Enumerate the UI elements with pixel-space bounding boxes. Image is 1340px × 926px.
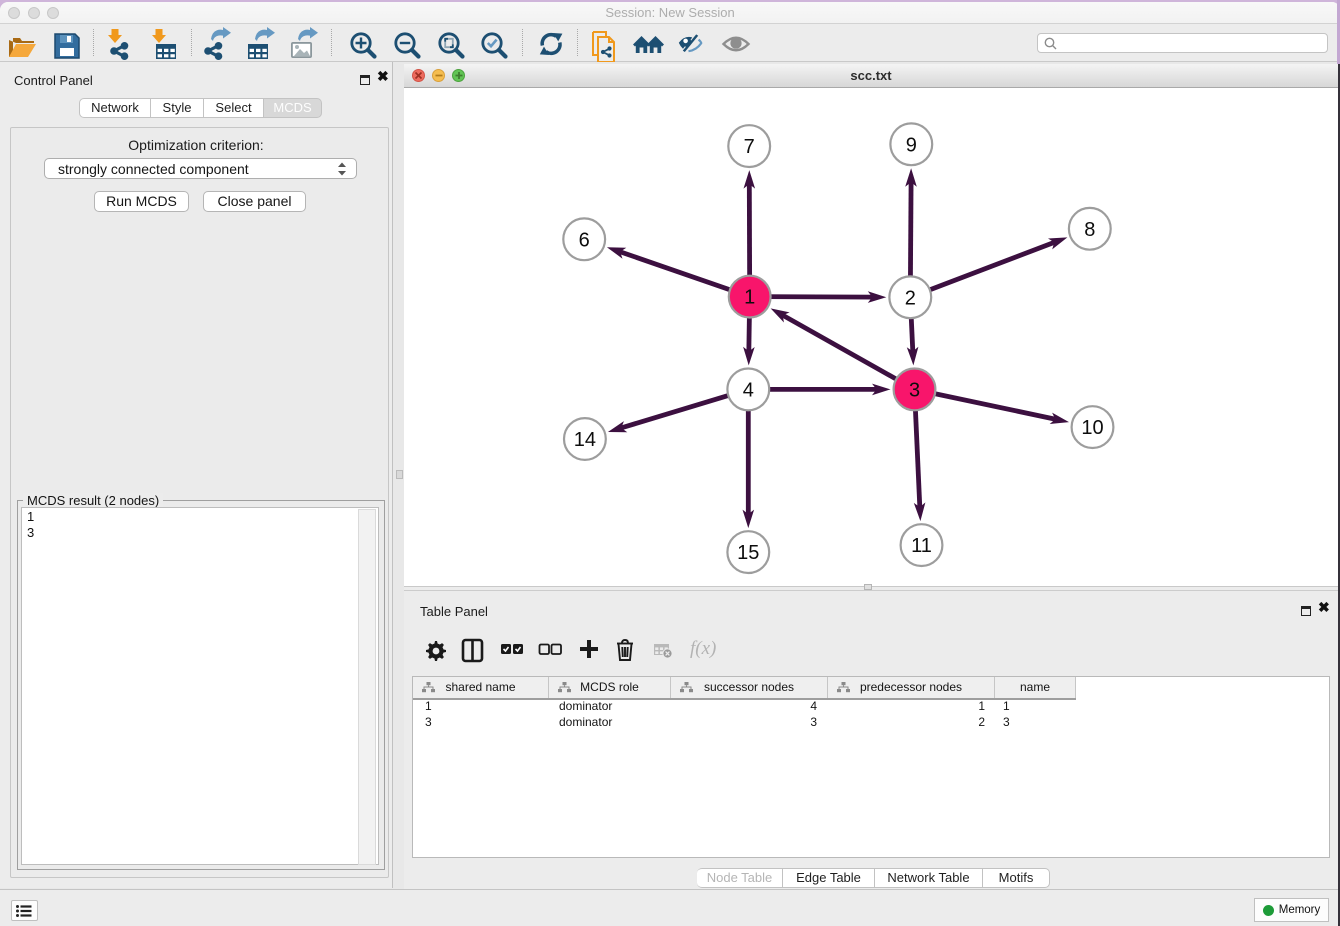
- svg-text:10: 10: [1081, 417, 1103, 439]
- svg-text:7: 7: [744, 136, 755, 158]
- svg-text:6: 6: [579, 229, 590, 251]
- svg-text:1: 1: [744, 287, 755, 309]
- svg-text:4: 4: [743, 379, 754, 401]
- svg-text:2: 2: [905, 287, 916, 309]
- svg-text:14: 14: [574, 429, 596, 451]
- svg-text:15: 15: [737, 542, 759, 564]
- svg-text:3: 3: [909, 379, 920, 401]
- svg-text:9: 9: [906, 134, 917, 156]
- svg-text:8: 8: [1084, 219, 1095, 241]
- svg-text:11: 11: [911, 535, 932, 557]
